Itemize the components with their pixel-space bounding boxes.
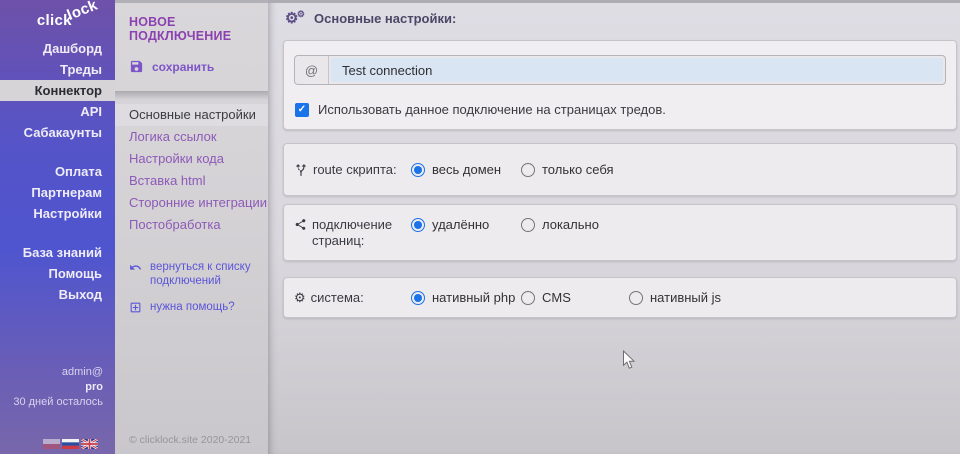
menu-item-third-party-integrations[interactable]: Сторонние интеграции bbox=[115, 192, 268, 214]
system-label: ⚙ система: bbox=[294, 290, 411, 306]
system-label-text: система: bbox=[311, 290, 364, 306]
radio-local[interactable] bbox=[521, 218, 535, 232]
sidebar-nav: Дашборд Треды Коннектор API Сабакаунты О… bbox=[0, 38, 115, 305]
at-icon: @ bbox=[295, 56, 329, 84]
option-cms[interactable]: CMS bbox=[521, 290, 629, 305]
radio-cms[interactable] bbox=[521, 291, 535, 305]
radio-whole-domain[interactable] bbox=[411, 163, 425, 177]
undo-icon bbox=[129, 261, 142, 274]
option-whole-domain[interactable]: весь домен bbox=[411, 162, 521, 177]
sidebar-item-api[interactable]: API bbox=[0, 101, 115, 122]
option-native-js[interactable]: нативный js bbox=[629, 290, 721, 305]
radio-only-self[interactable] bbox=[521, 163, 535, 177]
poland-flag-icon[interactable] bbox=[43, 439, 60, 449]
back-to-connections-link[interactable]: вернуться к списку подключений bbox=[129, 260, 257, 288]
page-connection-label-text: подключение страниц: bbox=[312, 217, 411, 249]
account-info: admin@ pro 30 дней осталось bbox=[13, 365, 103, 410]
system-card: ⚙ система: нативный php CMS нативный js bbox=[283, 277, 957, 318]
script-route-options: весь домен только себя bbox=[411, 162, 614, 177]
radio-native-js[interactable] bbox=[629, 291, 643, 305]
menu-item-link-logic[interactable]: Логика ссылок bbox=[115, 126, 268, 148]
sidebar-item-logout[interactable]: Выход bbox=[0, 284, 115, 305]
connection-name-card: @ Использовать данное подключение на стр… bbox=[283, 40, 957, 130]
connection-settings-menu: Основные настройки Логика ссылок Настрой… bbox=[115, 104, 268, 236]
save-button[interactable]: сохранить bbox=[129, 59, 268, 74]
help-link-label: нужна помощь? bbox=[150, 300, 235, 314]
language-switcher bbox=[43, 439, 98, 449]
share-icon bbox=[294, 218, 307, 231]
main-content: ⚙⚙ Основные настройки: @ Использовать да… bbox=[268, 0, 960, 454]
sidebar-item-connector[interactable]: Коннектор bbox=[0, 80, 115, 101]
radio-native-php[interactable] bbox=[411, 291, 425, 305]
save-label: сохранить bbox=[152, 60, 214, 74]
sidebar-item-partners[interactable]: Партнерам bbox=[0, 182, 115, 203]
connection-panel: НОВОЕ ПОДКЛЮЧЕНИЕ сохранить Основные нас… bbox=[115, 0, 268, 454]
account-email: admin@ bbox=[13, 365, 103, 380]
panel-title: НОВОЕ ПОДКЛЮЧЕНИЕ bbox=[115, 3, 268, 43]
page-connection-row: подключение страниц: удалённо локально bbox=[284, 205, 956, 249]
menu-item-postprocessing[interactable]: Постобработка bbox=[115, 214, 268, 236]
page-title-text: Основные настройки: bbox=[314, 11, 456, 26]
gears-icon: ⚙⚙ bbox=[285, 11, 305, 26]
uk-flag-icon[interactable] bbox=[81, 439, 98, 449]
page-connection-options: удалённо локально bbox=[411, 217, 599, 232]
sidebar-item-subaccounts[interactable]: Сабакаунты bbox=[0, 122, 115, 143]
app-window: clicklock Дашборд Треды Коннектор API Са… bbox=[0, 0, 960, 454]
system-row: ⚙ система: нативный php CMS нативный js bbox=[284, 278, 956, 317]
system-options: нативный php CMS нативный js bbox=[411, 290, 721, 305]
account-plan: pro bbox=[13, 380, 103, 395]
menu-item-code-settings[interactable]: Настройки кода bbox=[115, 148, 268, 170]
checkbox-label: Использовать данное подключение на стран… bbox=[318, 102, 666, 117]
route-icon bbox=[294, 163, 308, 177]
script-route-label: route скрипта: bbox=[294, 162, 411, 178]
page-connection-label: подключение страниц: bbox=[294, 217, 411, 249]
option-remote[interactable]: удалённо bbox=[411, 217, 521, 232]
account-days-left: 30 дней осталось bbox=[13, 395, 103, 410]
menu-item-html-insert[interactable]: Вставка html bbox=[115, 170, 268, 192]
sidebar-item-dashboard[interactable]: Дашборд bbox=[0, 38, 115, 59]
add-box-icon bbox=[129, 301, 142, 314]
russia-flag-icon[interactable] bbox=[62, 439, 79, 449]
logo-text-lock: lock bbox=[64, 0, 99, 24]
page-title: ⚙⚙ Основные настройки: bbox=[285, 11, 456, 26]
radio-remote[interactable] bbox=[411, 218, 425, 232]
clicklock-logo: clicklock bbox=[0, 0, 115, 29]
option-native-php[interactable]: нативный php bbox=[411, 290, 521, 305]
option-only-self[interactable]: только себя bbox=[521, 162, 614, 177]
back-link-label: вернуться к списку подключений bbox=[150, 260, 257, 288]
sidebar: clicklock Дашборд Треды Коннектор API Са… bbox=[0, 0, 115, 454]
copyright-text: © clicklock.site 2020-2021 bbox=[129, 434, 251, 446]
connection-name-input[interactable] bbox=[331, 58, 943, 82]
nav-group-gap bbox=[0, 143, 115, 161]
script-route-card: route скрипта: весь домен только себя bbox=[283, 143, 957, 196]
page-connection-card: подключение страниц: удалённо локально bbox=[283, 204, 957, 261]
sidebar-item-help[interactable]: Помощь bbox=[0, 263, 115, 284]
use-on-threads-row: Использовать данное подключение на стран… bbox=[295, 102, 956, 117]
save-icon bbox=[129, 59, 144, 74]
nav-group-gap bbox=[0, 224, 115, 242]
connection-name-input-group: @ bbox=[294, 55, 946, 85]
script-route-label-text: route скрипта: bbox=[313, 162, 397, 178]
menu-item-basic-settings[interactable]: Основные настройки bbox=[115, 104, 268, 126]
panel-links: вернуться к списку подключений нужна пом… bbox=[129, 260, 268, 314]
services-icon: ⚙ bbox=[294, 291, 306, 304]
sidebar-item-settings[interactable]: Настройки bbox=[0, 203, 115, 224]
script-route-row: route скрипта: весь домен только себя bbox=[284, 144, 956, 195]
sidebar-item-knowledge-base[interactable]: База знаний bbox=[0, 242, 115, 263]
sidebar-item-threads[interactable]: Треды bbox=[0, 59, 115, 80]
sidebar-item-payment[interactable]: Оплата bbox=[0, 161, 115, 182]
panel-divider bbox=[115, 91, 268, 100]
option-local[interactable]: локально bbox=[521, 217, 599, 232]
need-help-link[interactable]: нужна помощь? bbox=[129, 300, 257, 314]
use-on-threads-checkbox[interactable] bbox=[295, 103, 309, 117]
